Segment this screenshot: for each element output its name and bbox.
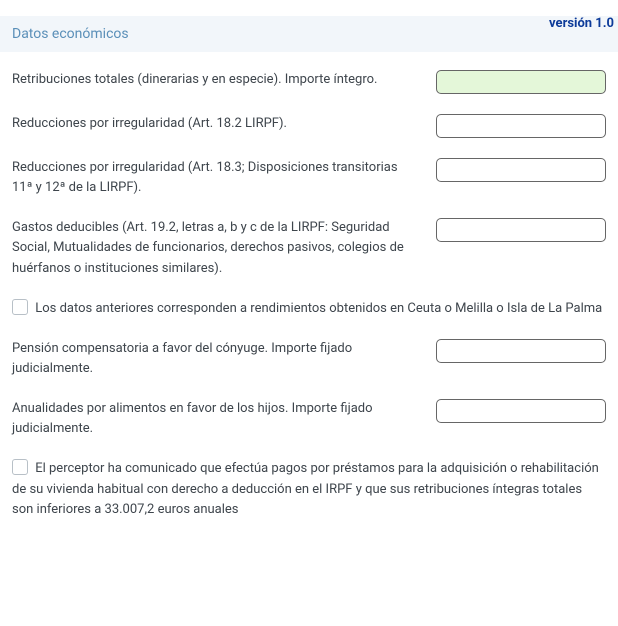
checkbox-ceuta-melilla[interactable] bbox=[12, 299, 28, 315]
row-reducciones-182: Reducciones por irregularidad (Art. 18.2… bbox=[0, 108, 618, 152]
input-reducciones-182[interactable] bbox=[436, 114, 606, 138]
label-reducciones-182: Reducciones por irregularidad (Art. 18.2… bbox=[12, 114, 416, 134]
input-pension-comp[interactable] bbox=[436, 339, 606, 363]
row-retribuciones: Retribuciones totales (dinerarias y en e… bbox=[0, 64, 618, 108]
label-anualidades: Anualidades por alimentos en favor de lo… bbox=[12, 399, 416, 439]
label-pension-comp: Pensión compensatoria a favor del cónyug… bbox=[12, 339, 416, 379]
label-checkbox-prestamos: El perceptor ha comunicado que efectúa p… bbox=[12, 461, 599, 516]
checkbox-prestamos[interactable] bbox=[12, 459, 28, 475]
label-retribuciones: Retribuciones totales (dinerarias y en e… bbox=[12, 70, 416, 90]
label-checkbox-ceuta: Los datos anteriores corresponden a rend… bbox=[35, 301, 602, 316]
section-header-economicos: Datos económicos bbox=[0, 16, 618, 52]
input-anualidades[interactable] bbox=[436, 399, 606, 423]
row-checkbox-ceuta: Los datos anteriores corresponden a rend… bbox=[0, 293, 618, 333]
version-label: versión 1.0 bbox=[549, 16, 614, 31]
row-pension-comp: Pensión compensatoria a favor del cónyug… bbox=[0, 333, 618, 393]
input-gastos-deducibles[interactable] bbox=[436, 218, 606, 242]
label-gastos-deducibles: Gastos deducibles (Art. 19.2, letras a, … bbox=[12, 218, 416, 278]
label-reducciones-183: Reducciones por irregularidad (Art. 18.3… bbox=[12, 158, 416, 198]
row-checkbox-prestamos: El perceptor ha comunicado que efectúa p… bbox=[0, 453, 618, 533]
row-gastos-deducibles: Gastos deducibles (Art. 19.2, letras a, … bbox=[0, 212, 618, 292]
row-anualidades: Anualidades por alimentos en favor de lo… bbox=[0, 393, 618, 453]
input-reducciones-183[interactable] bbox=[436, 158, 606, 182]
input-retribuciones[interactable] bbox=[436, 70, 606, 94]
row-reducciones-183: Reducciones por irregularidad (Art. 18.3… bbox=[0, 152, 618, 212]
